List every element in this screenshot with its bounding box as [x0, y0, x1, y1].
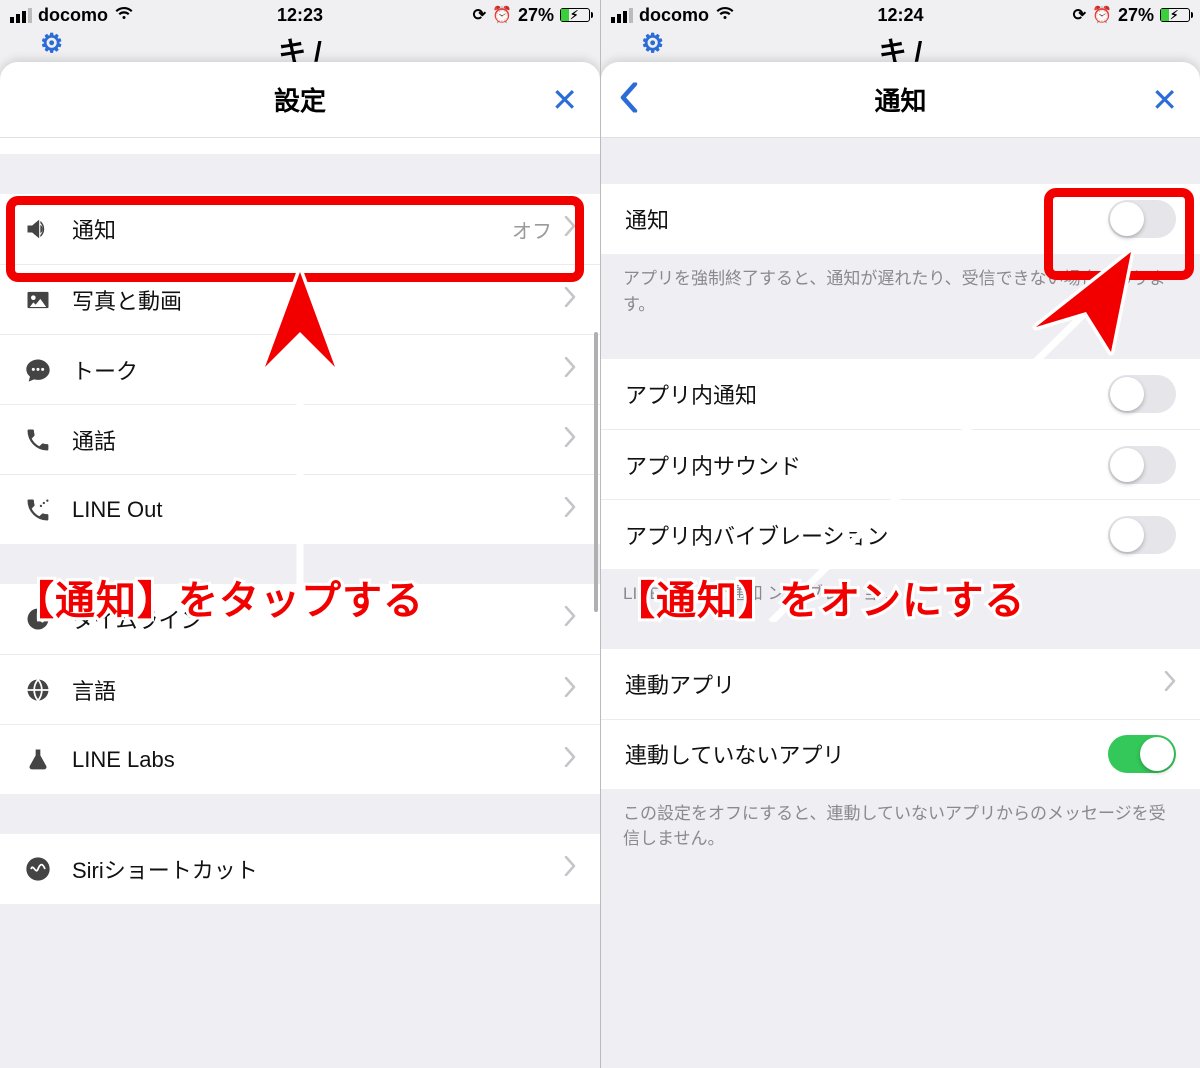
carrier-label: docomo [38, 5, 108, 26]
annotation-caption: 【通知】をタップする [14, 568, 424, 626]
chevron-icon [564, 606, 576, 632]
row-label: LINE Out [72, 497, 564, 523]
annotation-caption: 【通知】をオンにする [615, 568, 1025, 626]
row-label: 通話 [72, 424, 564, 456]
settings-sheet: 設定 ✕ 通知 オフ 写真と動画 トーク [0, 62, 600, 1068]
row-language[interactable]: 言語 [0, 654, 600, 724]
phone-right: docomo 12:24 ⟳ ⏰ 27% ⚡︎ ⚙︎ キ / 通知 ✕ 通知 [600, 0, 1200, 1068]
status-bar: docomo 12:23 ⟳ ⏰ 27% ⚡︎ [0, 0, 600, 30]
alarm-icon: ⏰ [492, 5, 512, 25]
row-notification[interactable]: 通知 オフ [0, 194, 600, 264]
row-calls[interactable]: 通話 [0, 404, 600, 474]
chat-icon [24, 356, 66, 384]
toggle-inapp-vib[interactable]: アプリ内バイブレーション [601, 499, 1200, 569]
row-linked-apps[interactable]: 連動アプリ [601, 649, 1200, 719]
switch[interactable] [1108, 516, 1176, 554]
toggle-unlinked-apps[interactable]: 連動していないアプリ [601, 719, 1200, 789]
flask-icon [24, 746, 66, 774]
toggle-notification[interactable]: 通知 [601, 184, 1200, 254]
close-button[interactable]: ✕ [1151, 81, 1178, 119]
chevron-icon [564, 427, 576, 453]
wifi-icon [715, 5, 735, 26]
status-bar: docomo 12:24 ⟳ ⏰ 27% ⚡︎ [601, 0, 1200, 30]
row-label: 通知 [72, 213, 512, 245]
phone-icon [24, 426, 66, 454]
row-label: 写真と動画 [72, 284, 564, 316]
row-label: LINE Labs [72, 747, 564, 773]
signal-icon [611, 8, 633, 23]
note-text: アプリを強制終了すると、通知が遅れたり、受信できない場合があります。 [601, 254, 1200, 329]
row-value: オフ [512, 215, 552, 244]
row-label: 連動アプリ [625, 668, 1164, 700]
row-label: 言語 [72, 674, 564, 706]
row-label: トーク [72, 354, 564, 386]
scrollbar[interactable] [594, 332, 598, 612]
row-label: アプリ内サウンド [625, 449, 1108, 481]
globe-icon [24, 676, 66, 704]
switch[interactable] [1108, 200, 1176, 238]
row-talk[interactable]: トーク [0, 334, 600, 404]
notification-sheet: 通知 ✕ 通知 アプリを強制終了すると、通知が遅れたり、受信できない場合がありま… [601, 62, 1200, 1068]
clock-label: 12:24 [877, 5, 923, 26]
note-text: この設定をオフにすると、連動していないアプリからのメッセージを受信しません。 [601, 789, 1200, 864]
nav-title: 設定 [274, 81, 326, 118]
battery-percent: 27% [518, 5, 554, 26]
battery-percent: 27% [1118, 5, 1154, 26]
nav-title: 通知 [874, 81, 926, 118]
speaker-icon [24, 215, 66, 243]
switch[interactable] [1108, 446, 1176, 484]
orientation-lock-icon: ⟳ [1073, 5, 1086, 25]
row-labs[interactable]: LINE Labs [0, 724, 600, 794]
back-button[interactable] [619, 82, 639, 117]
battery-icon: ⚡︎ [1160, 8, 1190, 22]
chevron-icon [1164, 671, 1176, 697]
row-label: 連動していないアプリ [625, 738, 1108, 770]
toggle-inapp-sound[interactable]: アプリ内サウンド [601, 429, 1200, 499]
wifi-icon [114, 5, 134, 26]
chevron-icon [564, 856, 576, 882]
chevron-icon [564, 677, 576, 703]
toggle-inapp-notif[interactable]: アプリ内通知 [601, 359, 1200, 429]
carrier-label: docomo [639, 5, 709, 26]
chevron-icon [564, 216, 576, 242]
clock-label: 12:23 [277, 5, 323, 26]
phone-out-icon [24, 496, 66, 524]
chevron-icon [564, 497, 576, 523]
row-label: アプリ内通知 [625, 378, 1108, 410]
chevron-icon [564, 747, 576, 773]
orientation-lock-icon: ⟳ [473, 5, 486, 25]
switch[interactable] [1108, 735, 1176, 773]
row-label: 通知 [625, 203, 1108, 235]
siri-icon [24, 855, 66, 883]
gear-icon: ⚙︎ [641, 28, 664, 59]
chevron-icon [564, 357, 576, 383]
gear-icon: ⚙︎ [40, 28, 63, 59]
battery-icon: ⚡︎ [560, 8, 590, 22]
nav-bar: 通知 ✕ [601, 62, 1200, 138]
close-button[interactable]: ✕ [551, 81, 578, 119]
image-icon [24, 286, 66, 314]
row-siri[interactable]: Siriショートカット [0, 834, 600, 904]
switch[interactable] [1108, 375, 1176, 413]
phone-left: docomo 12:23 ⟳ ⏰ 27% ⚡︎ ⚙︎ キ / 設定 ✕ [0, 0, 600, 1068]
row-label: Siriショートカット [72, 853, 564, 885]
row-lineout[interactable]: LINE Out [0, 474, 600, 544]
chevron-icon [564, 287, 576, 313]
row-photos[interactable]: 写真と動画 [0, 264, 600, 334]
row-label: アプリ内バイブレーション [625, 519, 1108, 551]
nav-bar: 設定 ✕ [0, 62, 600, 138]
signal-icon [10, 8, 32, 23]
alarm-icon: ⏰ [1092, 5, 1112, 25]
